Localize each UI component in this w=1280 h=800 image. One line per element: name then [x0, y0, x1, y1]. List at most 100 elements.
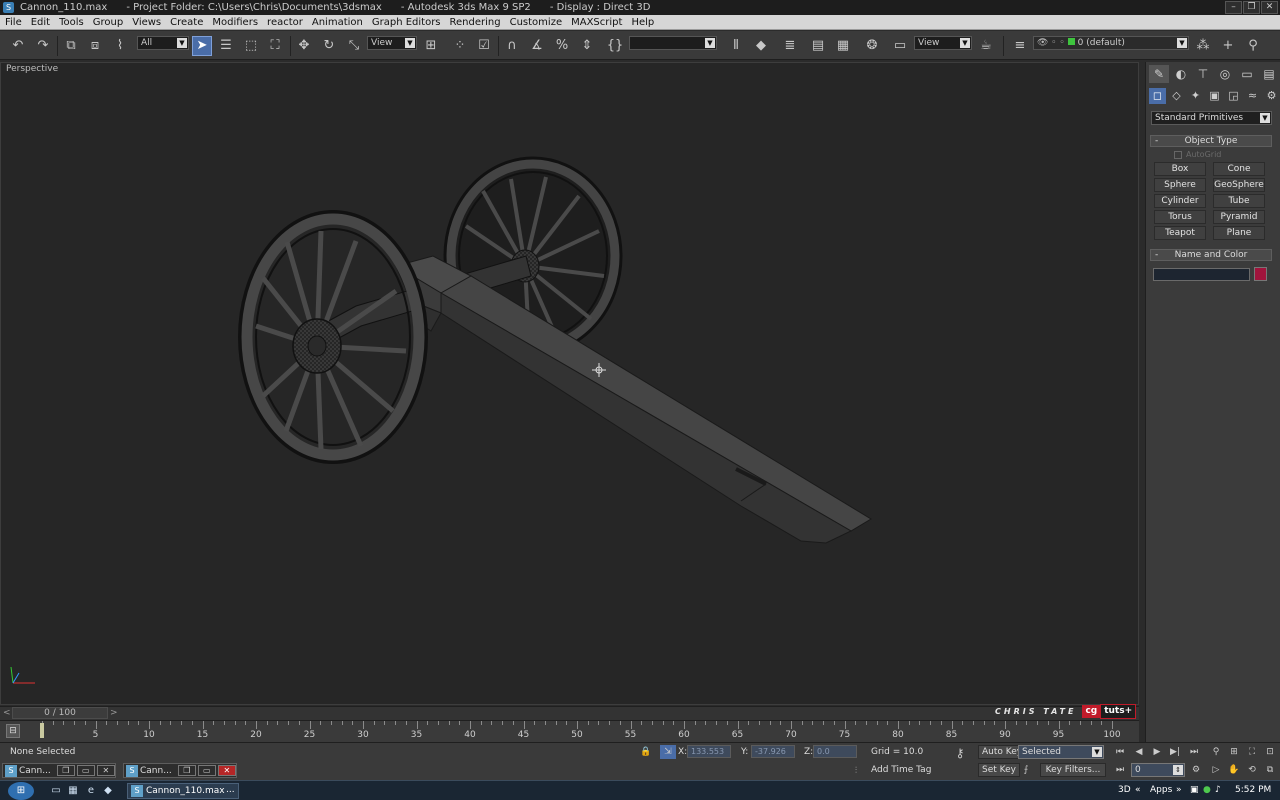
menu-reactor[interactable]: reactor [267, 15, 303, 30]
render-view-dropdown[interactable]: View ▼ [914, 36, 972, 50]
select-and-link-icon[interactable]: ⧉ [61, 36, 81, 56]
add-time-tag-button[interactable]: Add Time Tag [871, 765, 931, 775]
name-and-color-rollout[interactable]: - Name and Color [1150, 249, 1272, 261]
named-selection-dropdown[interactable]: ▼ [629, 36, 717, 50]
spinner-snap-icon[interactable]: ⇕ [577, 36, 597, 56]
layer-dropdown[interactable]: 👁 ◦ ◦ 0 (default) ▼ [1033, 36, 1189, 50]
app-icon[interactable]: S [3, 2, 14, 13]
switch-windows-icon[interactable]: ▦ [66, 784, 80, 798]
maximize-viewport-icon[interactable]: ⧉ [1262, 763, 1278, 777]
close-icon[interactable]: ✕ [96, 765, 115, 776]
undo-icon[interactable]: ↶ [8, 36, 28, 56]
next-frame-icon[interactable]: ▶| [1167, 745, 1183, 759]
field-of-view-icon[interactable]: ▷ [1208, 763, 1224, 777]
systems-icon[interactable]: ⚙ [1263, 88, 1280, 104]
security-icon[interactable]: ● [1203, 785, 1211, 795]
menu-graph-editors[interactable]: Graph Editors [372, 15, 441, 30]
bind-to-space-warp-icon[interactable]: ⌇ [110, 36, 130, 56]
keyboard-lock-icon[interactable]: ⫶ [848, 764, 864, 778]
torus-button[interactable]: Torus [1154, 210, 1206, 224]
y-coordinate-field[interactable]: -37.926 [751, 745, 795, 758]
teapot-button[interactable]: Teapot [1154, 226, 1206, 240]
geosphere-button[interactable]: GeoSphere [1213, 178, 1265, 192]
play-icon[interactable]: ▶ [1149, 745, 1165, 759]
zoom-all-icon[interactable]: ⊞ [1226, 745, 1242, 759]
cone-button[interactable]: Cone [1213, 162, 1265, 176]
maximize-icon[interactable]: ▭ [76, 765, 95, 776]
shapes-icon[interactable]: ◇ [1168, 88, 1185, 104]
z-coordinate-field[interactable]: 0.0 [813, 745, 857, 758]
window-crossing-icon[interactable]: ⛶ [265, 36, 285, 56]
apps-toolbar[interactable]: Apps [1150, 785, 1172, 795]
angle-snap-icon[interactable]: ∡ [527, 36, 547, 56]
current-frame-field[interactable]: 0 ⇕ [1131, 763, 1185, 777]
minimized-window-1[interactable]: S Cann... ❐ ▭ ✕ [2, 763, 116, 778]
pyramid-button[interactable]: Pyramid [1213, 210, 1265, 224]
align-icon[interactable]: ◆ [751, 36, 771, 56]
restore-icon[interactable]: ❐ [56, 765, 75, 776]
taskbar-3dsmax-button[interactable]: S Cannon_110.max [127, 783, 239, 799]
quick-render-icon[interactable]: ☕ [976, 36, 996, 56]
time-slider[interactable]: < 0 / 100 > [0, 706, 1139, 720]
sphere-button[interactable]: Sphere [1154, 178, 1206, 192]
default-tangents-icon[interactable]: ⨍ [1018, 763, 1034, 777]
clock[interactable]: 5:52 PM [1235, 785, 1271, 795]
menu-views[interactable]: Views [132, 15, 161, 30]
unlink-selection-icon[interactable]: ⧈ [85, 36, 105, 56]
snaps-toggle-icon[interactable]: ∩ [502, 36, 522, 56]
zoom-extents-icon[interactable]: ⛶ [1244, 745, 1260, 759]
internet-explorer-icon[interactable]: e [84, 784, 98, 798]
edit-named-selection-icon[interactable]: {} [605, 36, 625, 56]
scale-icon[interactable]: ⤡ [344, 36, 364, 56]
absolute-mode-icon[interactable]: ⇲ [660, 745, 676, 759]
track-ticks[interactable]: 5 10 15 20 25 30 35 40 45 50 55 60 65 70 75 80 85 90 95 100 [28, 721, 1136, 743]
orbit-icon[interactable]: ⟲ [1244, 763, 1260, 777]
go-to-start-icon[interactable]: ⏮ [1112, 745, 1128, 759]
close-icon[interactable]: ✕ [217, 765, 236, 776]
time-configuration-icon[interactable]: ⚙ [1188, 763, 1204, 777]
key-filters-button[interactable]: Key Filters... [1040, 763, 1106, 777]
close-button[interactable]: ✕ [1261, 1, 1278, 14]
redo-icon[interactable]: ↷ [33, 36, 53, 56]
volume-icon[interactable]: ♪ [1215, 785, 1221, 795]
object-type-rollout[interactable]: - Object Type [1150, 135, 1272, 147]
selection-filter-dropdown[interactable]: All ▼ [137, 36, 189, 50]
start-button[interactable]: ⊞ [8, 782, 34, 800]
key-mode-toggle-icon[interactable]: ⏭ [1112, 763, 1128, 777]
zoom-icon[interactable]: ⚲ [1208, 745, 1224, 759]
time-slider-next[interactable]: > [110, 708, 118, 718]
perspective-viewport[interactable]: Perspective [0, 62, 1139, 705]
object-name-field[interactable] [1153, 268, 1250, 281]
minimize-button[interactable]: – [1225, 1, 1242, 14]
primitive-category-dropdown[interactable]: Standard Primitives ▼ [1151, 111, 1272, 125]
tube-button[interactable]: Tube [1213, 194, 1265, 208]
maximize-icon[interactable]: ▭ [197, 765, 216, 776]
previous-frame-icon[interactable]: ◀ [1131, 745, 1147, 759]
mini-curve-editor-icon[interactable]: ⊟ [6, 724, 20, 738]
display-tab-icon[interactable]: ▭ [1237, 65, 1257, 83]
menu-maxscript[interactable]: MAXScript [571, 15, 622, 30]
restore-button[interactable]: ❐ [1243, 1, 1260, 14]
pan-icon[interactable]: ✋ [1226, 763, 1242, 777]
set-key-button[interactable]: Set Key [978, 763, 1020, 777]
tray-chevron-icon[interactable]: « [1135, 785, 1141, 795]
space-warps-icon[interactable]: ≈ [1244, 88, 1261, 104]
language-indicator[interactable]: 3D [1118, 785, 1131, 795]
create-new-layer-icon[interactable]: ⁂ [1193, 36, 1213, 56]
plane-button[interactable]: Plane [1213, 226, 1265, 240]
menu-modifiers[interactable]: Modifiers [212, 15, 258, 30]
menu-create[interactable]: Create [170, 15, 203, 30]
time-slider-thumb[interactable]: 0 / 100 [12, 707, 108, 719]
menu-rendering[interactable]: Rendering [450, 15, 501, 30]
menu-file[interactable]: File [5, 15, 22, 30]
create-tab-icon[interactable]: ✎ [1149, 65, 1169, 83]
time-slider-prev[interactable]: < [3, 708, 11, 718]
lights-icon[interactable]: ✦ [1187, 88, 1204, 104]
select-by-name-icon[interactable]: ☰ [216, 36, 236, 56]
geometry-icon[interactable]: ◻ [1149, 88, 1166, 104]
selection-lock-icon[interactable]: 🔒 [638, 745, 654, 759]
menu-group[interactable]: Group [93, 15, 123, 30]
keyboard-shortcut-icon[interactable]: ☑ [474, 36, 494, 56]
tray-expand-icon[interactable]: » [1176, 785, 1182, 795]
utilities-tab-icon[interactable]: ▤ [1259, 65, 1279, 83]
